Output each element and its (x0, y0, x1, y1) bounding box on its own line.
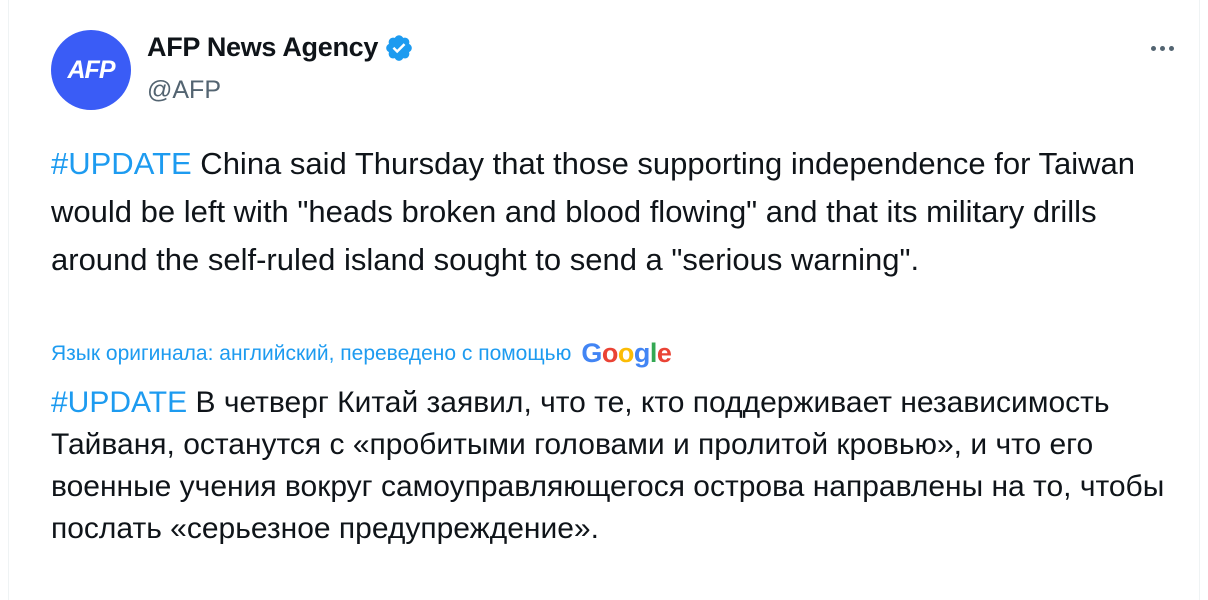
more-dot-icon (1151, 46, 1156, 51)
google-logo: Google (581, 338, 672, 368)
avatar-logo-text: AFP (67, 55, 116, 84)
tweet-text: #UPDATE China said Thursday that those s… (51, 140, 1171, 284)
tweet-card: AFP AFP News Agency @AFP #UPDATE China s… (8, 0, 1200, 600)
author-display-name[interactable]: AFP News Agency (147, 32, 378, 63)
more-dot-icon (1160, 46, 1165, 51)
hashtag-link[interactable]: #UPDATE (51, 386, 187, 419)
translation-note-text: Язык оригинала: английский, переведено с… (51, 341, 572, 365)
translated-body: В четверг Китай заявил, что те, кто подд… (51, 386, 1165, 545)
more-options-button[interactable] (1149, 40, 1176, 57)
hashtag-link[interactable]: #UPDATE (51, 146, 192, 181)
author-name-row: AFP News Agency (147, 32, 414, 63)
translated-tweet-text: #UPDATE В четверг Китай заявил, что те, … (51, 382, 1171, 550)
verified-badge-icon (386, 34, 412, 61)
translation-attribution[interactable]: Язык оригинала: английский, переведено с… (51, 338, 672, 369)
avatar[interactable]: AFP (51, 30, 131, 110)
tweet-body: China said Thursday that those supportin… (51, 146, 1135, 277)
author-handle[interactable]: @AFP (147, 76, 221, 105)
more-dot-icon (1169, 46, 1174, 51)
